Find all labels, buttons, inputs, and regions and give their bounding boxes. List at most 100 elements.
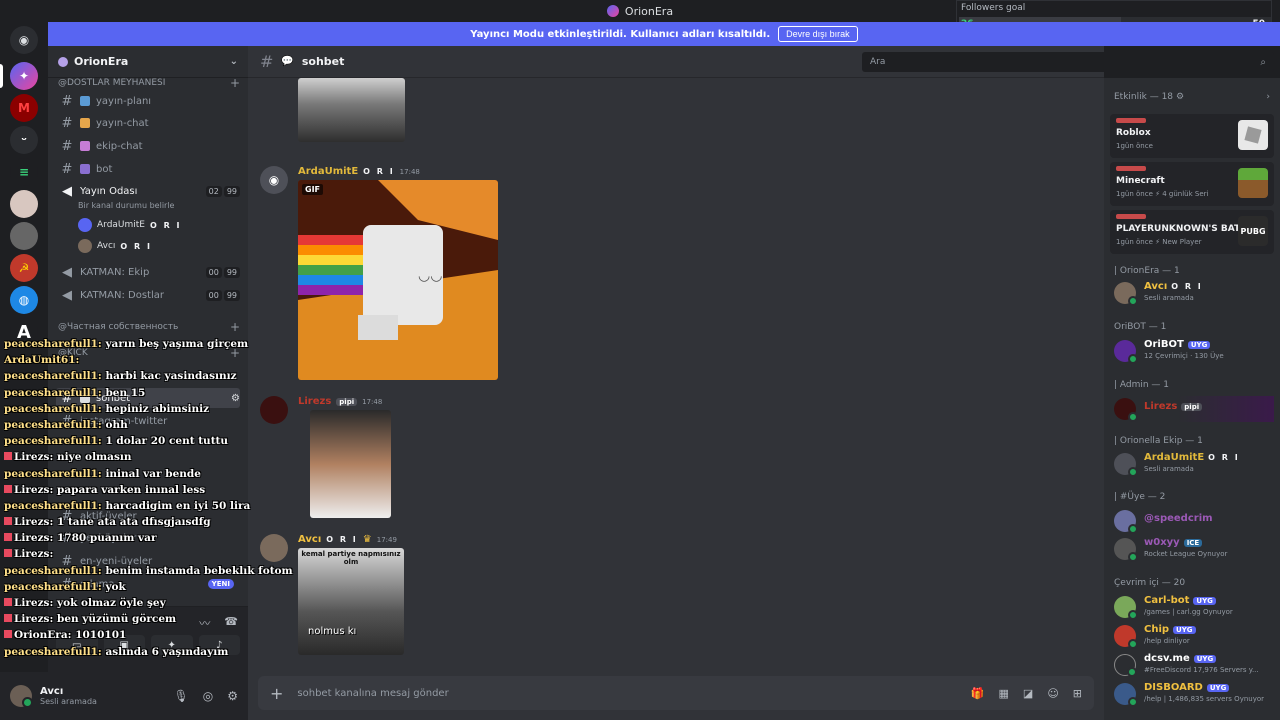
server-face-icon[interactable]: ᵕ	[10, 126, 38, 154]
overlay-chat-text: benim instamda bebeklık fotom var	[105, 564, 294, 577]
activity-card-pubg[interactable]: PLAYERUNKNOWN'S BAT... 1gün önce ⚡ New P…	[1110, 210, 1274, 254]
activity-header[interactable]: Etkinlik — 18 ⚙ ›	[1114, 92, 1270, 102]
app-badge: UYG	[1193, 596, 1216, 605]
streamer-mode-banner: Yayıncı Modu etkinleştirildi. Kullanıcı …	[48, 22, 1280, 46]
member-chip[interactable]: Chip UYG /help dinliyor	[1114, 623, 1274, 649]
apps-icon[interactable]: ⊞	[1073, 687, 1082, 700]
channel-label: KATMAN: Ekip	[80, 266, 150, 278]
voice-channel-yayin-odasi[interactable]: ◀ Yayın Odası 02 99	[56, 181, 240, 201]
minecraft-icon	[1238, 168, 1268, 198]
overlay-chat-text: ben 15	[105, 386, 146, 399]
overlay-chat-user: peacesharefull1:	[4, 580, 102, 593]
meme-image[interactable]: kemal partiye napmısınız olm nolmus kı	[298, 548, 404, 655]
activity-card-minecraft[interactable]: Minecraft 1gün önce ⚡ 4 günlük Seri	[1110, 162, 1274, 206]
overlay-chat-line: peacesharefull1: ohh	[4, 419, 294, 435]
channel-label: yayın-chat	[96, 117, 149, 129]
emoji-icon[interactable]: ☺	[1047, 687, 1058, 700]
avatar	[1114, 683, 1138, 707]
message-author[interactable]: ArdaUmitE	[298, 166, 358, 177]
member-lirezs[interactable]: Lirezs pipi	[1114, 396, 1274, 422]
discord-window: { "window": { "title": "OrionEra" }, "ba…	[0, 0, 1280, 720]
member-status: /help | 1,486,835 servers Oynuyor	[1144, 695, 1265, 703]
speaker-icon: ◀	[62, 287, 72, 303]
add-channel-icon[interactable]: +	[230, 76, 240, 90]
voice-user-ardaumite[interactable]: ArdaUmitE O R I	[78, 218, 182, 232]
message-composer[interactable]: + sohbet kanalına mesaj gönder 🎁 ▦ ◪ ☺ ⊞	[258, 676, 1094, 710]
microphone-icon[interactable]: 🎙	[174, 689, 189, 703]
add-attachment-icon[interactable]: +	[270, 684, 283, 703]
chevron-right-icon: ›	[1266, 92, 1270, 102]
overlay-chat-user: Lirezs:	[14, 451, 54, 464]
member-tag: O R I	[1171, 282, 1203, 291]
overlay-chat-line: peacesharefull1: harcadigim en iyi 50 li…	[4, 500, 294, 516]
headphones-icon[interactable]: ◎	[203, 689, 213, 703]
overlay-chat-user: Lirezs:	[14, 597, 54, 609]
member-w0xyy[interactable]: w0xyy ICE Rocket League Oynuyor	[1114, 536, 1274, 562]
server-green-icon[interactable]: ≡	[10, 158, 38, 186]
gear-icon[interactable]: ⚙	[227, 689, 238, 703]
avatar[interactable]: ◉	[260, 166, 288, 194]
member-speedcrim[interactable]: @speedcrim	[1114, 508, 1274, 534]
add-channel-icon[interactable]: +	[230, 320, 240, 334]
message-author[interactable]: Avcı	[298, 534, 321, 545]
activity-card-roblox[interactable]: Roblox 1gün önce	[1110, 114, 1274, 158]
channel-yayin-chat[interactable]: # yayın-chat	[56, 113, 240, 133]
voice-user-name: Avcı	[97, 241, 116, 251]
member-avci[interactable]: Avcı O R I Sesli aramada	[1114, 280, 1274, 306]
server-photo-icon[interactable]	[10, 190, 38, 218]
search-input[interactable]: Ara ⌕	[862, 52, 1274, 72]
guild-header[interactable]: OrionEra ⌄	[48, 46, 248, 78]
category-dostlar[interactable]: @DOSTLAR MEYHANESI +	[58, 76, 240, 90]
server-orionera-icon[interactable]: ✦	[10, 62, 38, 90]
member-oribot[interactable]: OriBOT UYG 12 Çevrimiçi · 130 Üye	[1114, 338, 1274, 364]
gif-attachment[interactable]: ◡◡ GIF	[298, 180, 498, 380]
cup-icon	[80, 118, 90, 128]
channel-yayin-plani[interactable]: # yayın-planı	[56, 91, 240, 111]
image-attachment-portrait[interactable]	[298, 78, 405, 142]
gift-icon[interactable]: 🎁	[971, 687, 985, 700]
gif-icon[interactable]: ▦	[999, 687, 1009, 700]
voice-channel-katman-ekip[interactable]: ◀ KATMAN: Ekip 00 99	[56, 262, 240, 282]
chat-badge-icon	[4, 533, 12, 542]
overlay-chat-text: 1010101	[75, 629, 127, 642]
overlay-chat-user: Lirezs:	[14, 483, 54, 496]
nyan-ghost-gif: ◡◡	[298, 180, 498, 380]
member-status: #FreeDiscord 17,976 Servers y...	[1144, 666, 1259, 674]
voice-user-tag: O R I	[150, 220, 182, 230]
overlay-chat-line: peacesharefull1: benim instamda bebeklık…	[4, 565, 294, 581]
overlay-chat-user: peacesharefull1:	[4, 467, 102, 480]
overlay-chat-user: peacesharefull1:	[4, 370, 102, 383]
overlay-chat-text: 1780 puanım var	[57, 532, 157, 545]
overlay-chat-text: yok olmaz öyle şey	[57, 597, 166, 609]
voice-user-avci[interactable]: Avcı O R I	[78, 239, 152, 253]
avatar[interactable]	[10, 685, 33, 708]
avatar	[1114, 510, 1138, 534]
hash-icon: #	[260, 52, 274, 71]
overlay-chat-line: peacesharefull1: yok	[4, 581, 294, 597]
disable-streamer-mode-button[interactable]: Devre dışı bırak	[778, 26, 858, 42]
member-carlbot[interactable]: Carl-bot UYG /games | carl.gg Oynuyor	[1114, 594, 1274, 620]
server-m-icon[interactable]: M	[10, 94, 38, 122]
user-name: Avcı	[40, 686, 64, 697]
composer-placeholder[interactable]: sohbet kanalına mesaj gönder	[297, 688, 448, 699]
member-dcsvme[interactable]: dcsv.me UYG #FreeDiscord 17,976 Servers y…	[1114, 652, 1274, 678]
message-author[interactable]: Lirezs	[298, 396, 331, 407]
member-ardaumite[interactable]: ArdaUmitE O R I Sesli aramada	[1114, 451, 1274, 477]
server-bw-icon[interactable]	[10, 222, 38, 250]
channel-status-hint[interactable]: Bir kanal durumu belirle	[78, 201, 174, 210]
discord-home-icon[interactable]: ◉	[10, 26, 38, 54]
channel-ekip-chat[interactable]: # ekip-chat	[56, 136, 240, 156]
channel-bot[interactable]: # bot	[56, 159, 240, 179]
overlay-chat-line: OrionEra: 1010101	[4, 629, 294, 645]
member-disboard[interactable]: DISBOARD UYG /help | 1,486,835 servers Oy…	[1114, 681, 1274, 707]
server-globe-icon[interactable]: ◍	[10, 286, 38, 314]
server-red-icon[interactable]: ☭	[10, 254, 38, 282]
user-count: 02	[205, 185, 222, 197]
cat-piano-image[interactable]	[310, 410, 391, 518]
voice-channel-katman-dostlar[interactable]: ◀ KATMAN: Dostlar 00 99	[56, 285, 240, 305]
group-header: | OrionEra — 1	[1114, 266, 1180, 276]
server-active-pill	[0, 64, 3, 88]
redacted-username	[1116, 118, 1146, 123]
category-chastnaya[interactable]: @Частная собственность +	[58, 320, 240, 334]
sticker-icon[interactable]: ◪	[1023, 687, 1033, 700]
